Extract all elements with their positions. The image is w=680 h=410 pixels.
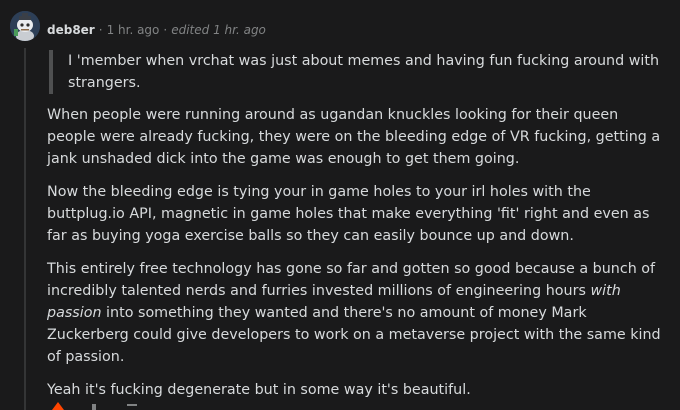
edited-label: edited 1 hr. ago [171,23,266,37]
separator-dot: · [163,23,168,37]
comment: deb8er · 1 hr. ago · edited 1 hr. ago I 'mem… [0,0,680,410]
username-link[interactable]: deb8er [47,23,95,37]
user-avatar[interactable] [10,11,40,41]
thread-line[interactable] [24,48,26,410]
paragraph: This entirely free technology has gone s… [47,258,665,368]
paragraph-text: into something they wanted and there's n… [47,305,661,365]
comment-meta: deb8er · 1 hr. ago · edited 1 hr. ago [47,21,266,39]
downvote-icon[interactable] [127,404,137,410]
timestamp[interactable]: 1 hr. ago [107,23,160,37]
action-icon[interactable] [92,404,96,410]
comment-body: I 'member when vrchat was just about mem… [47,50,665,410]
paragraph: Yeah it's fucking degenerate but in some… [47,382,471,398]
snoo-avatar-icon [10,11,40,41]
paragraph: When people were running around as ugand… [47,107,661,167]
separator-dot: · [98,23,103,37]
paragraph-text: This entirely free technology has gone s… [47,261,656,299]
blockquote: I 'member when vrchat was just about mem… [49,50,665,94]
paragraph: Now the bleeding edge is tying your in g… [47,184,650,244]
quote-text: I 'member when vrchat was just about mem… [68,53,660,91]
upvote-arrow-icon[interactable] [52,402,64,410]
